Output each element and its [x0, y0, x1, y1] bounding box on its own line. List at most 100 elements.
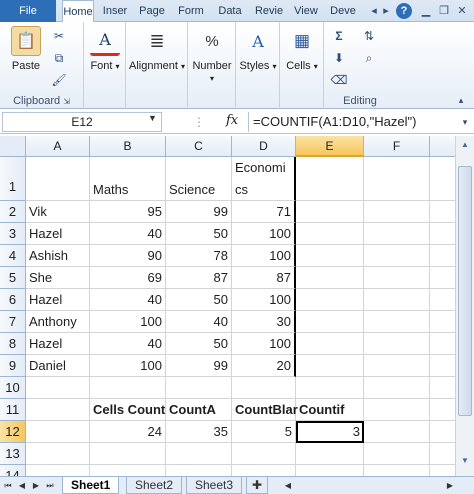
column-header-c[interactable]: C: [166, 136, 232, 157]
cell-e11[interactable]: Countif: [296, 399, 364, 421]
cell-f5[interactable]: [364, 267, 430, 289]
number-button[interactable]: % Number ▾: [190, 26, 234, 84]
cell-g11[interactable]: [430, 399, 455, 421]
cell-b9[interactable]: 100: [90, 355, 166, 377]
cell-c6[interactable]: 50: [166, 289, 232, 311]
cell-c12[interactable]: 35: [166, 421, 232, 443]
expand-formula-icon[interactable]: ▾: [456, 114, 474, 130]
row-header-9[interactable]: 9: [0, 355, 26, 377]
cell-g9[interactable]: [430, 355, 455, 377]
cell-g5[interactable]: [430, 267, 455, 289]
first-sheet-icon[interactable]: ⏮: [2, 479, 14, 493]
cell-d11[interactable]: CountBlar: [232, 399, 298, 421]
cell-c13[interactable]: [166, 443, 232, 465]
insert-function-button[interactable]: fx: [226, 113, 238, 128]
row-header-6[interactable]: 6: [0, 289, 26, 311]
select-all-corner[interactable]: [0, 136, 26, 157]
cell-c9[interactable]: 99: [166, 355, 232, 377]
cells-button[interactable]: ▦ Cells ▾: [284, 26, 320, 72]
cell-g3[interactable]: [430, 223, 455, 245]
close-icon[interactable]: ✕: [454, 3, 470, 19]
cell-e4[interactable]: [296, 245, 364, 267]
row-header-3[interactable]: 3: [0, 223, 26, 245]
cell-e10[interactable]: [296, 377, 364, 399]
vertical-scrollbar[interactable]: ▲ ▼: [455, 136, 474, 476]
cell-c11[interactable]: CountA: [166, 399, 232, 421]
last-sheet-icon[interactable]: ⏭: [44, 479, 56, 493]
row-header-8[interactable]: 8: [0, 333, 26, 355]
cell-c14[interactable]: [166, 465, 232, 476]
cell-d10[interactable]: [232, 377, 296, 399]
hscroll-right-icon[interactable]: ▶: [444, 479, 456, 493]
cell-c4[interactable]: 78: [166, 245, 232, 267]
cell-e5[interactable]: [296, 267, 364, 289]
cell-g12[interactable]: [430, 421, 455, 443]
tab-home[interactable]: Home: [62, 0, 94, 23]
cell-c3[interactable]: 50: [166, 223, 232, 245]
help-icon[interactable]: ?: [396, 3, 412, 19]
cell-g6[interactable]: [430, 289, 455, 311]
cell-d8[interactable]: 100: [232, 333, 296, 355]
cell-f2[interactable]: [364, 201, 430, 223]
cell-b13[interactable]: [90, 443, 166, 465]
row-header-10[interactable]: 10: [0, 377, 26, 399]
cell-f11[interactable]: [364, 399, 430, 421]
row-header-14[interactable]: 14: [0, 465, 26, 476]
cell-a9[interactable]: Daniel: [26, 355, 90, 377]
column-header-d[interactable]: D: [232, 136, 296, 157]
tab-view[interactable]: View: [290, 0, 322, 22]
dialog-launcher-icon[interactable]: ⇲: [63, 97, 70, 106]
column-header-e[interactable]: E: [296, 136, 364, 157]
row-header-2[interactable]: 2: [0, 201, 26, 223]
cell-e1[interactable]: [296, 157, 364, 201]
cell-b7[interactable]: 100: [90, 311, 166, 333]
cell-b5[interactable]: 69: [90, 267, 166, 289]
cell-c8[interactable]: 50: [166, 333, 232, 355]
cell-b4[interactable]: 90: [90, 245, 166, 267]
tab-review[interactable]: Revie: [250, 0, 288, 22]
cell-c2[interactable]: 99: [166, 201, 232, 223]
cell-f10[interactable]: [364, 377, 430, 399]
cell-f12[interactable]: [364, 421, 430, 443]
font-button[interactable]: A Font ▾: [86, 26, 124, 72]
insert-sheet-button[interactable]: ✚: [246, 477, 269, 494]
cell-g13[interactable]: [430, 443, 455, 465]
cell-e13[interactable]: [296, 443, 364, 465]
cell-f7[interactable]: [364, 311, 430, 333]
cell-a4[interactable]: Ashish: [26, 245, 90, 267]
row-header-4[interactable]: 4: [0, 245, 26, 267]
formula-input[interactable]: =COUNTIF(A1:D10,"Hazel"): [248, 112, 454, 132]
cell-e2[interactable]: [296, 201, 364, 223]
tab-insert[interactable]: Inser: [97, 0, 133, 22]
tab-split-icon[interactable]: ◀: [282, 479, 294, 493]
cell-f1[interactable]: [364, 157, 430, 201]
cell-a7[interactable]: Anthony: [26, 311, 90, 333]
cell-f3[interactable]: [364, 223, 430, 245]
cell-f9[interactable]: [364, 355, 430, 377]
sheet-tab-sheet3[interactable]: Sheet3: [186, 477, 243, 494]
minimize-icon[interactable]: ▁: [418, 3, 434, 19]
cell-g8[interactable]: [430, 333, 455, 355]
cell-f4[interactable]: [364, 245, 430, 267]
cell-b3[interactable]: 40: [90, 223, 166, 245]
cell-e8[interactable]: [296, 333, 364, 355]
collapse-ribbon-icon[interactable]: ▴: [452, 92, 470, 108]
cell-c10[interactable]: [166, 377, 232, 399]
row-header-5[interactable]: 5: [0, 267, 26, 289]
cell-a10[interactable]: [26, 377, 90, 399]
cell-e7[interactable]: [296, 311, 364, 333]
cell-a8[interactable]: Hazel: [26, 333, 90, 355]
cell-b11[interactable]: Cells Count: [90, 399, 166, 421]
cell-g7[interactable]: [430, 311, 455, 333]
cell-b12[interactable]: 24: [90, 421, 166, 443]
cell-d2[interactable]: 71: [232, 201, 296, 223]
cell-d14[interactable]: [232, 465, 296, 476]
column-header-f[interactable]: F: [364, 136, 430, 157]
format-painter-icon[interactable]: 🖌: [50, 72, 68, 88]
cell-d4[interactable]: 100: [232, 245, 296, 267]
cell-b10[interactable]: [90, 377, 166, 399]
cell-a14[interactable]: [26, 465, 90, 476]
tab-formulas[interactable]: Form: [173, 0, 209, 22]
cell-d12[interactable]: 5: [232, 421, 296, 443]
name-box-dropdown-icon[interactable]: ▼: [148, 113, 157, 123]
